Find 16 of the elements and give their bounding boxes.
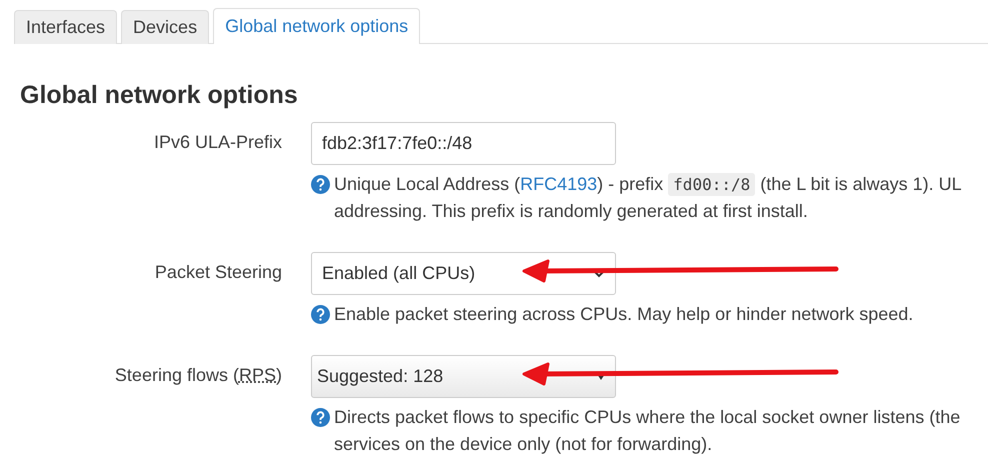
field-label: Steering flows (RPS) [114, 364, 282, 387]
dropdown[interactable]: Enabled (all CPUs) [311, 252, 616, 295]
tab[interactable]: Interfaces [14, 10, 118, 44]
help-icon [311, 408, 330, 427]
help-icon [311, 305, 330, 324]
section-heading: Global network options [20, 80, 299, 110]
tab[interactable]: Global network options [213, 8, 420, 44]
help-text: Directs packet flows to specific CPUs where the local socket owner listens (the services on the device only (not for forwarding). [334, 406, 960, 456]
field-label: Packet Steering [154, 261, 282, 284]
tab[interactable]: Devices [121, 10, 210, 44]
rfc-link[interactable]: RFC4193 [520, 174, 598, 194]
help-text: Enable packet steering across CPUs. May help or hinder network speed. [334, 303, 914, 326]
field-label: IPv6 ULA-Prefix [152, 131, 282, 154]
help-icon [311, 175, 330, 194]
input-field[interactable]: fdb2:3f17:7fe0::/48 [311, 122, 616, 165]
help-text: Unique Local Address (RFC4193) - prefix fd00::/8 (the L bit is always 1). UL addressing. This prefix is randomly generated at first install. [334, 172, 962, 223]
